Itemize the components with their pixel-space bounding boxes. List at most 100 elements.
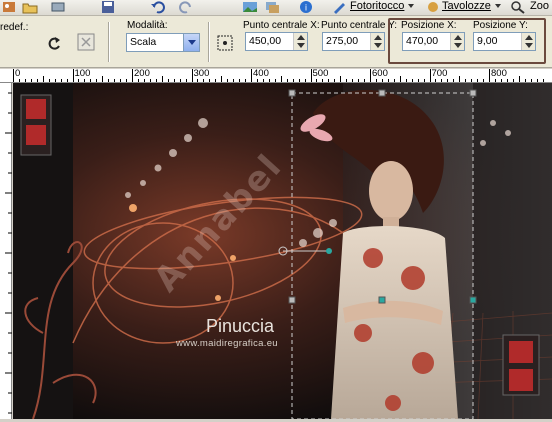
redo-icon[interactable] xyxy=(178,0,194,14)
ruler-tick xyxy=(298,79,300,82)
mode-select[interactable]: Scala xyxy=(126,33,200,52)
menu-zoom[interactable]: Zoo xyxy=(530,0,549,14)
ruler-tick xyxy=(155,79,157,82)
center-point-icon[interactable] xyxy=(216,34,234,52)
chevron-down-icon[interactable] xyxy=(183,34,199,51)
center-y-input[interactable]: 275,00 xyxy=(322,32,385,51)
ruler-tick xyxy=(203,79,205,82)
ruler-tick xyxy=(120,79,122,82)
image-canvas[interactable]: Annabel Pinuccia www.maidiregrafica.eu xyxy=(13,83,552,419)
ruler-tick xyxy=(477,79,479,82)
separator xyxy=(108,22,109,62)
center-x-input[interactable]: 450,00 xyxy=(245,32,308,51)
scan-icon[interactable] xyxy=(50,0,66,14)
spin-up-icon[interactable] xyxy=(525,35,533,40)
spin-arrows[interactable] xyxy=(521,33,535,50)
layers-icon[interactable] xyxy=(264,0,280,14)
ruler-tick xyxy=(435,79,437,82)
pos-y-label: Posizione Y: xyxy=(473,20,528,31)
ruler-label: 200 xyxy=(134,68,150,79)
help-icon[interactable]: i xyxy=(298,0,314,14)
palettes-icon[interactable] xyxy=(425,0,441,14)
ruler-tick xyxy=(375,79,377,82)
ruler-tick xyxy=(143,79,145,82)
ruler-tick xyxy=(322,79,324,82)
pos-x-label: Posizione X: xyxy=(401,20,457,31)
ruler-tick xyxy=(494,79,496,82)
ruler-tick xyxy=(60,79,62,82)
spin-arrows[interactable] xyxy=(370,33,384,50)
ruler-tick xyxy=(42,76,44,82)
ruler-tick xyxy=(542,79,544,82)
open-folder-icon[interactable] xyxy=(22,0,38,14)
ruler-tick xyxy=(102,76,104,82)
ruler-tick xyxy=(405,79,407,82)
menu-tavolozze[interactable]: Tavolozze xyxy=(442,0,501,14)
ruler-tick xyxy=(393,79,395,82)
ruler-tick xyxy=(221,76,223,82)
ruler-tick xyxy=(179,79,181,82)
vertical-ruler[interactable] xyxy=(0,83,12,419)
ruler-tick xyxy=(149,79,151,82)
zoom-icon[interactable] xyxy=(510,0,526,14)
presets-label: redef.: xyxy=(0,22,29,33)
ruler-tick xyxy=(316,79,318,82)
ruler-tick xyxy=(292,79,294,82)
ruler-tick xyxy=(441,79,443,82)
ruler-tick xyxy=(387,79,389,82)
ruler-tick xyxy=(256,79,258,82)
ruler-tick xyxy=(399,76,401,82)
undo-icon[interactable] xyxy=(150,0,166,14)
ruler-label: 800 xyxy=(491,68,507,79)
spin-down-icon[interactable] xyxy=(454,43,462,48)
spin-arrows[interactable] xyxy=(293,33,307,50)
ruler-tick xyxy=(126,79,128,82)
ruler-tick xyxy=(24,79,26,82)
ruler-tick xyxy=(506,79,508,82)
menu-fotoritocco[interactable]: Fotoritocco xyxy=(350,0,415,14)
ruler-tick xyxy=(530,79,532,82)
ruler-tick xyxy=(423,79,425,82)
cancel-transform-icon[interactable] xyxy=(76,32,96,52)
palette-icon[interactable] xyxy=(2,0,18,14)
ruler-tick xyxy=(36,79,38,82)
reset-arrow-icon[interactable] xyxy=(44,34,64,52)
ruler-tick xyxy=(185,79,187,82)
spin-up-icon[interactable] xyxy=(297,35,305,40)
ruler-tick xyxy=(173,79,175,82)
ruler-tick xyxy=(512,79,514,82)
spin-up-icon[interactable] xyxy=(454,35,462,40)
center-x-label: Punto centrale X: xyxy=(243,20,320,31)
save-icon[interactable] xyxy=(100,0,116,14)
ruler-tick xyxy=(334,79,336,82)
fotoritocco-icon[interactable] xyxy=(332,0,348,14)
ruler-label: 300 xyxy=(193,68,210,79)
ruler-tick xyxy=(429,69,431,82)
ruler-tick xyxy=(268,79,270,82)
ruler-tick xyxy=(483,79,485,82)
image-icon[interactable] xyxy=(242,0,258,14)
spin-up-icon[interactable] xyxy=(374,35,382,40)
ruler-tick xyxy=(274,79,276,82)
ruler-tick xyxy=(239,79,241,82)
ruler-tick xyxy=(132,69,133,82)
spin-down-icon[interactable] xyxy=(374,43,382,48)
spin-down-icon[interactable] xyxy=(525,43,533,48)
ruler-tick xyxy=(18,79,20,82)
horizontal-ruler[interactable]: 0 100 200 300 400 500 600 700 800 xyxy=(0,69,552,83)
spin-arrows[interactable] xyxy=(450,33,464,50)
ruler-tick xyxy=(381,79,383,82)
vertical-ruler-ticks xyxy=(5,92,12,414)
ruler-tick xyxy=(524,79,526,82)
ruler-tick xyxy=(340,76,342,82)
center-y-label: Punto centrale Y: xyxy=(321,20,397,31)
ruler-tick xyxy=(48,79,50,82)
top-toolbar: i Fotoritocco Tavolozze Zoo xyxy=(0,0,552,16)
ruler-tick xyxy=(518,76,520,82)
chevron-down-icon xyxy=(408,4,415,9)
ruler-label: 0 xyxy=(15,68,21,79)
pos-x-input[interactable]: 470,00 xyxy=(402,32,465,51)
spin-down-icon[interactable] xyxy=(297,43,305,48)
pos-y-input[interactable]: 9,00 xyxy=(473,32,536,51)
ruler-tick xyxy=(310,69,312,82)
